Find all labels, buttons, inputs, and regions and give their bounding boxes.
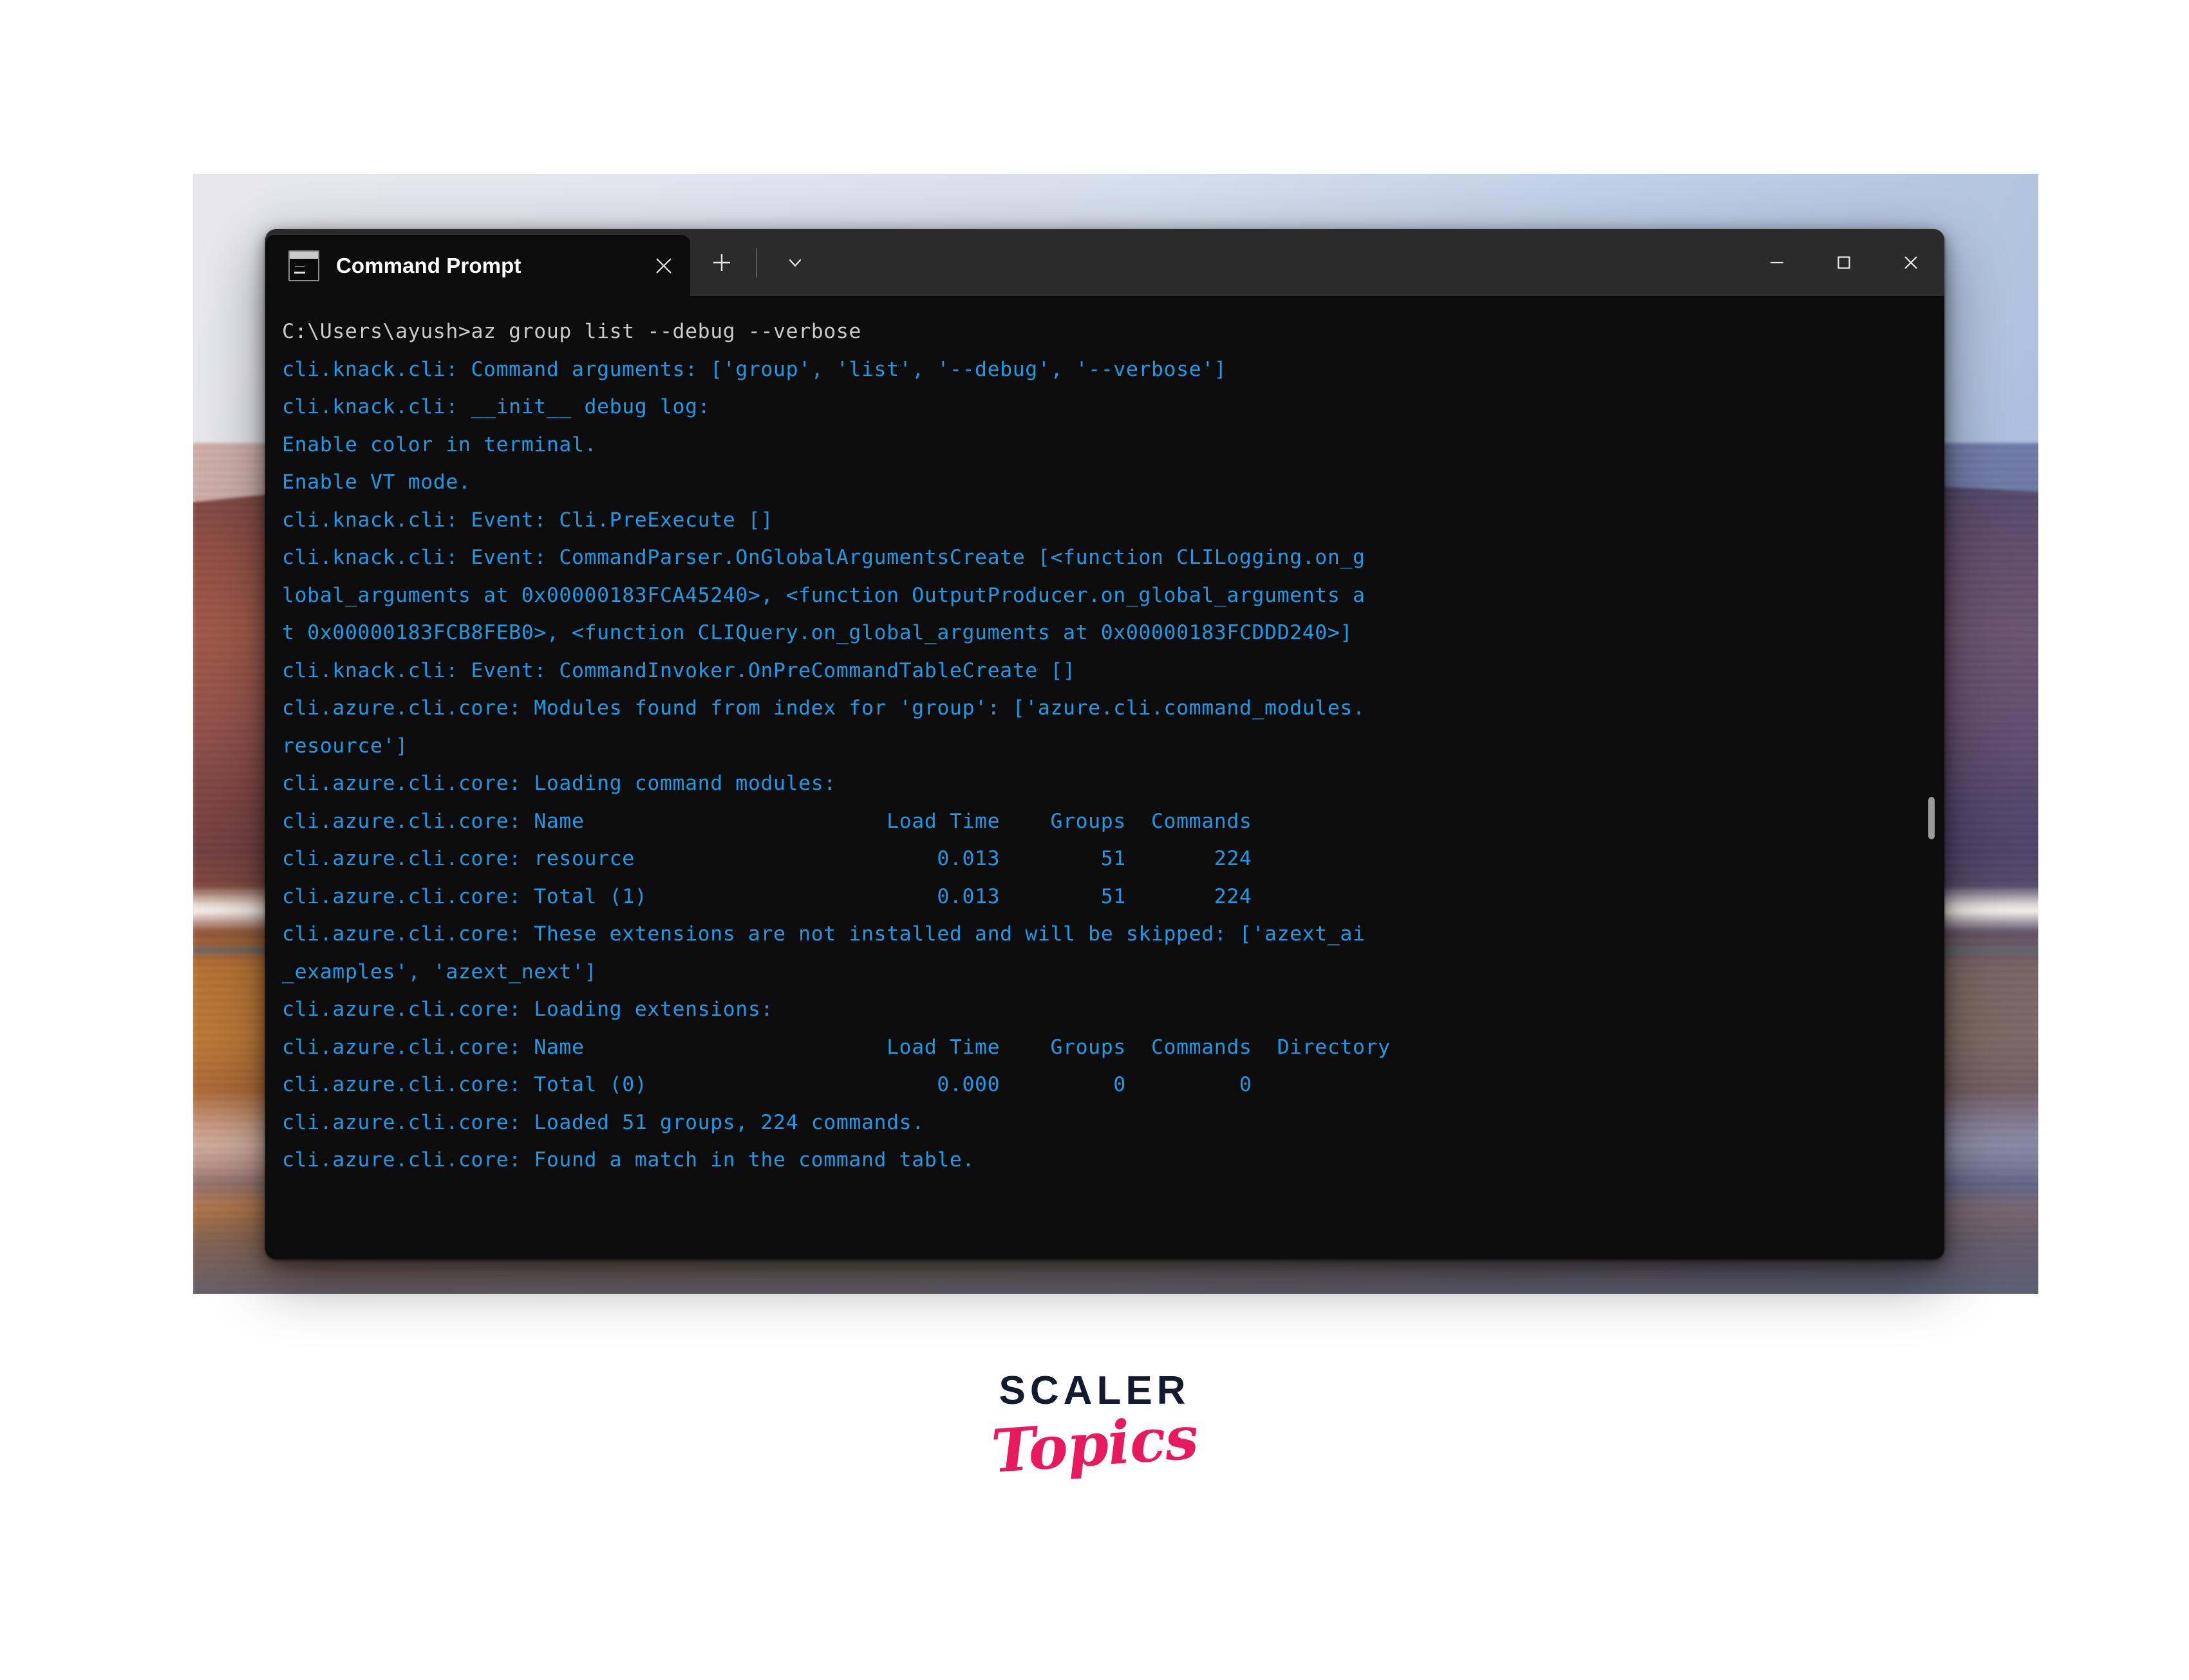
terminal-line: cli.azure.cli.core: resource 0.013 51 22… [282, 847, 1252, 870]
terminal-line: cli.knack.cli: Event: Cli.PreExecute [] [282, 508, 774, 532]
toolbar-separator [756, 248, 757, 277]
terminal-line: cli.azure.cli.core: Name Load Time Group… [282, 1035, 1391, 1059]
window-title-bar[interactable]: Command Prompt [265, 229, 1944, 296]
terminal-line: cli.azure.cli.core: Total (1) 0.013 51 2… [282, 884, 1252, 908]
command-prompt-window: Command Prompt C:\Users\ayush>az group l… [265, 229, 1944, 1259]
chevron-down-icon[interactable] [775, 243, 815, 283]
terminal-line: cli.azure.cli.core: Modules found from i… [282, 696, 1366, 720]
terminal-line: cli.azure.cli.core: These extensions are… [282, 922, 1366, 946]
terminal-scrollbar[interactable] [1927, 296, 1936, 1259]
terminal-line: t 0x00000183FCB8FEB0>, <function CLIQuer… [282, 621, 1353, 644]
terminal-text: C:\Users\ayush>az group list --debug --v… [265, 313, 1944, 1179]
terminal-line: cli.knack.cli: Command arguments: ['grou… [282, 357, 1227, 381]
terminal-line: _examples', 'azext_next'] [282, 960, 597, 984]
terminal-line: Enable VT mode. [282, 471, 471, 494]
terminal-line: C:\Users\ayush>az group list --debug --v… [282, 320, 861, 343]
titlebar-drag-region[interactable] [815, 229, 1743, 296]
terminal-line: cli.azure.cli.core: Total (0) 0.000 0 0 [282, 1073, 1252, 1096]
console-icon [288, 250, 319, 281]
terminal-line: cli.knack.cli: __init__ debug log: [282, 395, 711, 418]
logo-scaler-wordmark: SCALER [999, 1368, 1190, 1413]
terminal-output-area[interactable]: C:\Users\ayush>az group list --debug --v… [265, 296, 1944, 1259]
terminal-line: cli.azure.cli.core: Loaded 51 groups, 22… [282, 1110, 925, 1134]
terminal-line: Enable color in terminal. [282, 433, 597, 456]
maximize-button[interactable] [1810, 229, 1877, 296]
minimize-button[interactable] [1743, 229, 1810, 296]
terminal-line: cli.azure.cli.core: Loading extensions: [282, 998, 774, 1021]
close-window-button[interactable] [1877, 229, 1944, 296]
logo-topics-wordmark: Topics [989, 1402, 1200, 1487]
terminal-line: cli.knack.cli: Event: CommandParser.OnGl… [282, 546, 1366, 569]
new-tab-icon[interactable] [702, 243, 742, 283]
terminal-line: lobal_arguments at 0x00000183FCA45240>, … [282, 583, 1366, 607]
close-tab-icon[interactable] [645, 247, 682, 285]
terminal-line: cli.knack.cli: Event: CommandInvoker.OnP… [282, 658, 1076, 682]
tab-command-prompt[interactable]: Command Prompt [265, 235, 690, 296]
terminal-line: cli.azure.cli.core: Found a match in the… [282, 1148, 975, 1171]
terminal-line: cli.azure.cli.core: Name Load Time Group… [282, 809, 1252, 833]
scrollbar-thumb[interactable] [1928, 796, 1935, 839]
scaler-topics-logo: SCALER Topics [0, 1368, 2189, 1487]
tab-strip: Command Prompt [265, 229, 690, 296]
tab-title-label: Command Prompt [336, 253, 521, 277]
terminal-line: resource'] [282, 734, 408, 758]
terminal-line: cli.azure.cli.core: Loading command modu… [282, 772, 836, 795]
